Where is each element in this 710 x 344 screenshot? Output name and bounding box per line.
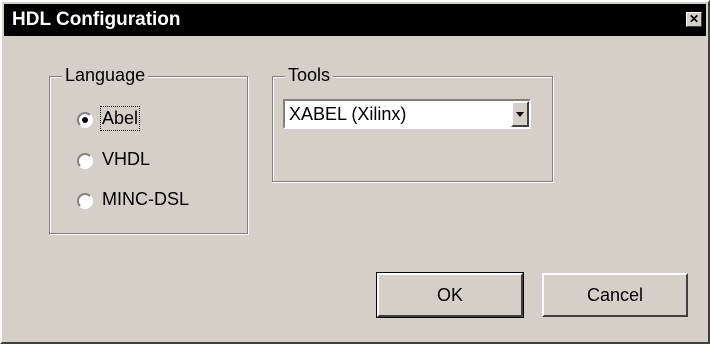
radio-button[interactable] (77, 193, 93, 209)
language-group: Language Abel VHDL MINC-DSL (49, 65, 248, 234)
dropdown-button[interactable] (511, 101, 529, 127)
hdl-configuration-dialog: HDL Configuration ✕ Language Abel VHDL M… (0, 0, 710, 344)
cancel-button-label: Cancel (586, 285, 644, 305)
tools-legend: Tools (285, 65, 334, 86)
tools-select[interactable]: XABEL (Xilinx) (283, 99, 531, 129)
title-bar[interactable]: HDL Configuration ✕ (4, 4, 706, 36)
close-icon: ✕ (688, 12, 700, 26)
close-button[interactable]: ✕ (686, 12, 702, 27)
radio-label-minc-dsl: MINC-DSL (102, 189, 190, 209)
cancel-button[interactable]: Cancel (542, 273, 688, 317)
ok-button[interactable]: OK (376, 272, 524, 318)
radio-label-abel: Abel (99, 106, 141, 131)
tools-select-value: XABEL (Xilinx) (289, 104, 407, 124)
language-legend: Language (62, 65, 149, 86)
ok-button-label: OK (436, 285, 463, 305)
chevron-down-icon (516, 112, 524, 117)
radio-label-vhdl: VHDL (102, 149, 151, 169)
radio-button[interactable] (77, 153, 93, 169)
radio-button[interactable] (77, 112, 93, 128)
dialog-title: HDL Configuration (12, 9, 181, 30)
radio-dot (82, 117, 88, 123)
tools-group: Tools XABEL (Xilinx) (272, 65, 553, 182)
